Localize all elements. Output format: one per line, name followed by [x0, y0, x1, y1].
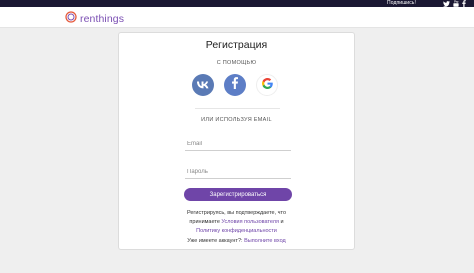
twitter-icon[interactable] [443, 0, 450, 7]
social-login-label: С ПОМОЩЬЮ [216, 60, 257, 66]
facebook-icon[interactable] [462, 0, 466, 7]
login-prompt: Уже имеете аккаунт?: Выполните вход [119, 238, 354, 244]
logo-text: renthings [80, 13, 125, 25]
top-social-icons [443, 0, 466, 7]
terms-text-prefix: принимаете [189, 219, 222, 225]
password-field[interactable] [185, 167, 291, 179]
logo[interactable]: renthings [65, 10, 124, 28]
vk-icon [196, 76, 209, 94]
logo-ring-icon [65, 10, 77, 28]
registration-card: Регистрация С ПОМОЩЬЮ ИЛИ ИСПОЛЬЗУЯ EMAI… [118, 32, 355, 250]
google-icon [261, 76, 273, 94]
terms-notice: Регистрируясь, вы подтверждаете, что при… [119, 209, 354, 236]
top-social-bar: Подпишись! [0, 0, 474, 7]
facebook-icon [232, 76, 238, 94]
social-login-buttons [192, 74, 278, 96]
vk-login-button[interactable] [192, 74, 214, 96]
email-field[interactable] [185, 139, 291, 151]
subscribe-label: Подпишись! [387, 0, 416, 6]
terms-of-use-link[interactable]: Условия пользователя [221, 219, 279, 225]
terms-text-suffix: и [278, 219, 284, 225]
youtube-icon[interactable] [453, 0, 459, 7]
register-button[interactable]: Зарегистрироваться [184, 188, 292, 201]
divider [195, 108, 280, 109]
privacy-policy-link[interactable]: Политику конфиденциальности [196, 228, 277, 234]
terms-text-line1: Регистрируясь, вы подтверждаете, что [186, 210, 287, 216]
google-login-button[interactable] [256, 74, 278, 96]
facebook-login-button[interactable] [224, 74, 246, 96]
site-header: renthings [0, 7, 474, 28]
page-title: Регистрация [205, 39, 268, 51]
login-link[interactable]: Выполните вход [244, 238, 286, 244]
email-section-label: ИЛИ ИСПОЛЬЗУЯ EMAIL [201, 117, 272, 123]
have-account-text: Уже имеете аккаунт?: [187, 238, 245, 244]
